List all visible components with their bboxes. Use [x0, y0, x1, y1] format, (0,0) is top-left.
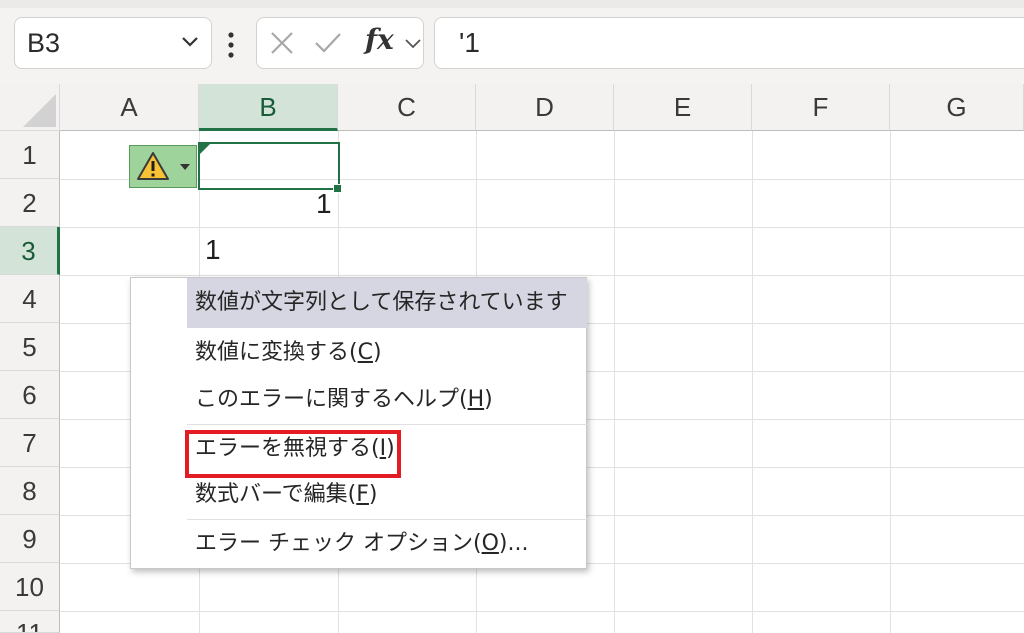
- error-indicator-icon: [200, 144, 210, 154]
- gridline: [60, 227, 1024, 228]
- menu-item-convert-to-number[interactable]: 数値に変換する(C): [187, 329, 587, 377]
- row-header-9[interactable]: 9: [0, 515, 60, 563]
- formula-controls: fx: [256, 17, 424, 69]
- name-box[interactable]: B3: [14, 17, 212, 69]
- column-header-f[interactable]: F: [752, 84, 890, 131]
- row-header-6[interactable]: 6: [0, 371, 60, 419]
- warning-icon: [137, 152, 169, 180]
- row-header-3[interactable]: 3: [0, 227, 60, 275]
- column-header-b[interactable]: B: [199, 84, 338, 131]
- name-box-value: B3: [27, 28, 61, 58]
- menu-item-label: このエラーに関するヘルプ(: [195, 387, 468, 412]
- menu-item-suffix: ): [372, 340, 382, 365]
- menu-item-error-checking-options[interactable]: エラー チェック オプション(O)...: [187, 521, 587, 567]
- menu-item-accesskey: H: [467, 387, 485, 412]
- menu-item-suffix: ): [484, 387, 493, 412]
- fill-handle[interactable]: [333, 184, 342, 193]
- error-options-button[interactable]: [129, 145, 197, 188]
- cancel-icon[interactable]: [269, 30, 295, 56]
- select-all-corner[interactable]: [0, 84, 60, 131]
- menu-item-accesskey: F: [356, 482, 369, 507]
- row-header-11[interactable]: 11: [0, 611, 60, 633]
- gridline: [752, 131, 753, 633]
- gridline: [890, 131, 891, 633]
- menu-header-label: 数値が文字列として保存されています: [195, 290, 568, 315]
- more-options-icon[interactable]: [228, 32, 234, 58]
- chevron-down-icon[interactable]: [402, 32, 424, 54]
- formula-content: '1: [459, 27, 480, 58]
- menu-item-edit-in-formula-bar[interactable]: 数式バーで編集(F): [187, 472, 587, 518]
- row-header-5[interactable]: 5: [0, 323, 60, 371]
- menu-separator: [187, 424, 587, 425]
- row-header-2[interactable]: 2: [0, 179, 60, 227]
- formula-bar-area: B3 fx '1: [0, 8, 1024, 84]
- column-header-d[interactable]: D: [476, 84, 614, 131]
- gridline: [60, 611, 1024, 612]
- column-header-g[interactable]: G: [890, 84, 1024, 131]
- menu-item-label: 数式バーで編集(: [195, 482, 357, 507]
- highlight-box: [185, 430, 401, 478]
- menu-item-suffix: ): [368, 482, 378, 507]
- row-header-7[interactable]: 7: [0, 419, 60, 467]
- cell-b2[interactable]: 1: [316, 188, 332, 220]
- gridline: [60, 275, 1024, 276]
- menu-header: 数値が文字列として保存されています: [187, 278, 587, 328]
- menu-item-suffix: )...: [498, 531, 529, 556]
- menu-item-accesskey: C: [357, 340, 373, 365]
- dropdown-arrow-icon: [180, 164, 190, 170]
- active-cell-b3[interactable]: [198, 142, 340, 190]
- row-header-4[interactable]: 4: [0, 275, 60, 323]
- column-header-e[interactable]: E: [614, 84, 752, 131]
- menu-item-label: エラー チェック オプション(: [195, 531, 482, 556]
- menu-item-help[interactable]: このエラーに関するヘルプ(H): [187, 377, 587, 423]
- gridline: [614, 131, 615, 633]
- row-header-8[interactable]: 8: [0, 467, 60, 515]
- chevron-down-icon[interactable]: [179, 30, 201, 52]
- insert-function-button[interactable]: fx: [365, 23, 394, 56]
- menu-separator: [187, 519, 587, 520]
- cell-b3[interactable]: 1: [205, 234, 221, 266]
- column-header-a[interactable]: A: [60, 84, 199, 131]
- formula-input[interactable]: '1: [434, 17, 1024, 69]
- column-header-c[interactable]: C: [338, 84, 476, 131]
- error-context-menu: 数値が文字列として保存されています 数値に変換する(C) このエラーに関するヘル…: [130, 277, 587, 569]
- menu-item-accesskey: O: [481, 531, 499, 556]
- enter-check-icon[interactable]: [313, 30, 343, 56]
- row-header-1[interactable]: 1: [0, 131, 60, 179]
- row-header-10[interactable]: 10: [0, 563, 60, 611]
- menu-item-label: 数値に変換する(: [195, 340, 358, 365]
